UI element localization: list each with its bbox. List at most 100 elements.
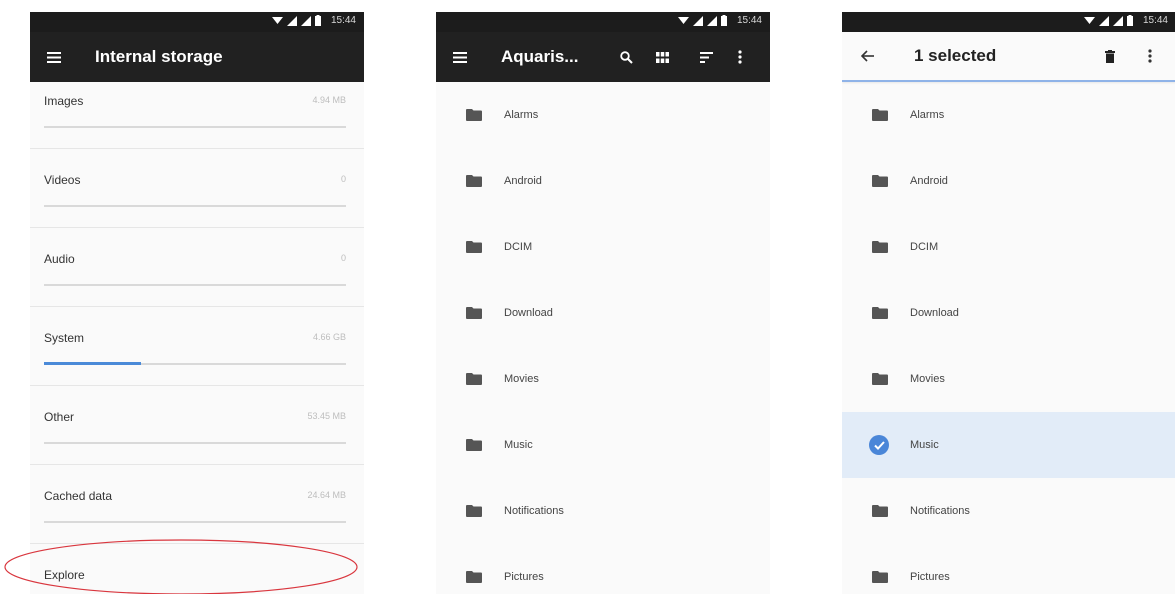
storage-usage-bar: [44, 442, 346, 444]
folder-row[interactable]: Download: [842, 280, 1175, 346]
wifi-icon: [677, 17, 689, 24]
folder-name: Pictures: [910, 571, 950, 583]
folder-name: DCIM: [504, 241, 533, 253]
folder-row[interactable]: DCIM: [842, 214, 1175, 280]
wifi-icon: [1083, 17, 1095, 24]
folder-row[interactable]: Download: [436, 280, 770, 346]
storage-item-size: 0: [340, 253, 346, 263]
folder-name: Alarms: [504, 109, 539, 121]
status-bar: 15:44: [842, 12, 1175, 32]
folder-icon: [872, 571, 888, 583]
explore-row[interactable]: Explore: [30, 544, 364, 594]
folder-row[interactable]: Movies: [842, 346, 1175, 412]
storage-item-size: 4.94 MB: [312, 95, 346, 105]
storage-item[interactable]: System 4.66 GB: [30, 307, 364, 386]
folder-icon: [872, 505, 888, 517]
trash-icon[interactable]: [1098, 44, 1122, 68]
screen-folder-browser: 15:44 Aquaris... Alarms Android DCIM Downlo…: [436, 12, 770, 594]
folder-row[interactable]: DCIM: [436, 214, 770, 280]
selection-count-title: 1 selected: [914, 46, 997, 65]
folder-list: Alarms Android DCIM Download Movies Music Noti…: [436, 82, 770, 594]
more-vert-icon[interactable]: [1138, 44, 1162, 68]
storage-item-label: Videos: [44, 173, 81, 187]
hamburger-menu-icon[interactable]: [448, 45, 472, 69]
status-time: 15:44: [736, 15, 762, 26]
folder-icon: [466, 109, 482, 121]
storage-item[interactable]: Other 53.45 MB: [30, 386, 364, 465]
storage-usage-fill: [44, 362, 141, 365]
app-bar: Internal storage: [30, 32, 364, 82]
sort-icon[interactable]: [694, 45, 718, 69]
folder-row[interactable]: Notifications: [842, 478, 1175, 544]
selection-app-bar: 1 selected: [842, 32, 1175, 82]
storage-usage-bar: [44, 521, 346, 523]
folder-row[interactable]: Notifications: [436, 478, 770, 544]
folder-row[interactable]: Pictures: [842, 544, 1175, 594]
page-title: Internal storage: [95, 47, 223, 66]
storage-item[interactable]: Images 4.94 MB: [30, 82, 364, 149]
signal-icon: [1098, 15, 1109, 26]
signal-icon: [1112, 15, 1123, 26]
grid-view-icon[interactable]: [650, 45, 674, 69]
storage-item[interactable]: Videos 0: [30, 149, 364, 228]
page-title: Aquaris...: [501, 47, 579, 66]
folder-icon: [466, 373, 482, 385]
folder-icon: [872, 175, 888, 187]
folder-icon: [466, 241, 482, 253]
screen-selection-mode: 15:44 1 selected Alarms Android DCIM Downlo…: [842, 12, 1175, 594]
folder-row[interactable]: Android: [842, 148, 1175, 214]
hamburger-menu-icon[interactable]: [42, 45, 66, 69]
storage-item-size: 24.64 MB: [307, 490, 346, 500]
folder-name: DCIM: [910, 241, 939, 253]
folder-row[interactable]: Music: [842, 412, 1175, 478]
folder-icon: [466, 175, 482, 187]
storage-item-label: System: [44, 331, 85, 345]
folder-icon: [872, 373, 888, 385]
signal-icon: [286, 15, 297, 26]
storage-usage-bar: [44, 284, 346, 286]
folder-icon: [466, 505, 482, 517]
storage-item-size: 4.66 GB: [312, 332, 346, 342]
storage-item[interactable]: Audio 0: [30, 228, 364, 307]
folder-row[interactable]: Alarms: [436, 82, 770, 148]
folder-row[interactable]: Android: [436, 148, 770, 214]
search-icon[interactable]: [614, 45, 638, 69]
folder-name: Android: [504, 175, 542, 187]
folder-row[interactable]: Movies: [436, 346, 770, 412]
storage-item[interactable]: Cached data 24.64 MB: [30, 465, 364, 544]
app-bar: Aquaris...: [436, 32, 770, 82]
arrow-back-icon[interactable]: [856, 44, 880, 68]
folder-name: Music: [504, 439, 533, 451]
storage-item-label: Images: [44, 94, 84, 108]
storage-item-label: Cached data: [44, 489, 113, 503]
signal-icon: [706, 15, 717, 26]
more-vert-icon[interactable]: [728, 45, 752, 69]
status-time: 15:44: [330, 15, 356, 26]
storage-item-label: Other: [44, 410, 75, 424]
folder-icon: [466, 439, 482, 451]
wifi-icon: [271, 17, 283, 24]
check-circle-icon[interactable]: [869, 435, 889, 455]
folder-row[interactable]: Music: [436, 412, 770, 478]
folder-name: Download: [910, 307, 959, 319]
storage-item-size: 53.45 MB: [307, 411, 346, 421]
battery-icon: [1126, 15, 1133, 26]
signal-icon: [300, 15, 311, 26]
screen-internal-storage: 15:44 Internal storage Images 4.94 MB Vide…: [30, 12, 364, 594]
battery-icon: [720, 15, 727, 26]
storage-list: Images 4.94 MB Videos 0 Audio 0 System 4.66 GB O…: [30, 82, 364, 544]
explore-label: Explore: [44, 568, 85, 582]
battery-icon: [314, 15, 321, 26]
folder-name: Movies: [504, 373, 539, 385]
folder-name: Notifications: [504, 505, 564, 517]
folder-row[interactable]: Pictures: [436, 544, 770, 594]
folder-name: Pictures: [504, 571, 544, 583]
folder-icon: [466, 571, 482, 583]
signal-icon: [692, 15, 703, 26]
storage-usage-bar: [44, 126, 346, 128]
status-time: 15:44: [1142, 15, 1168, 26]
folder-icon: [466, 307, 482, 319]
folder-row[interactable]: Alarms: [842, 82, 1175, 148]
status-bar: 15:44: [436, 12, 770, 32]
folder-name: Notifications: [910, 505, 970, 517]
